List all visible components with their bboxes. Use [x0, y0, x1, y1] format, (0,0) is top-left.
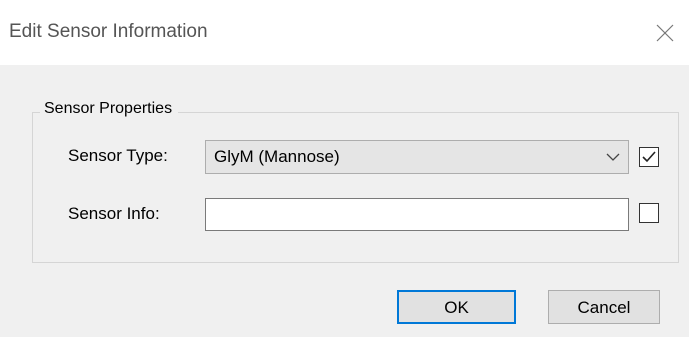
ok-button[interactable]: OK — [397, 290, 516, 324]
edit-sensor-dialog: Edit Sensor Information Sensor Propertie… — [0, 0, 689, 337]
checkmark-icon — [642, 151, 656, 163]
close-icon — [656, 24, 674, 42]
sensor-type-label: Sensor Type: — [68, 146, 168, 165]
sensor-info-checkbox[interactable] — [639, 203, 659, 223]
close-button[interactable] — [643, 0, 689, 65]
chevron-down-icon — [606, 153, 620, 161]
sensor-type-selected-value: GlyM (Mannose) — [214, 147, 340, 166]
sensor-info-input[interactable] — [205, 198, 629, 231]
sensor-info-label: Sensor Info: — [68, 204, 160, 223]
cancel-button[interactable]: Cancel — [548, 290, 660, 324]
title-bar: Edit Sensor Information — [0, 0, 689, 65]
group-legend: Sensor Properties — [40, 100, 179, 118]
window-title: Edit Sensor Information — [9, 21, 208, 42]
sensor-type-dropdown[interactable]: GlyM (Mannose) — [205, 140, 629, 174]
sensor-properties-group — [32, 112, 679, 263]
sensor-type-checkbox[interactable] — [639, 147, 659, 167]
